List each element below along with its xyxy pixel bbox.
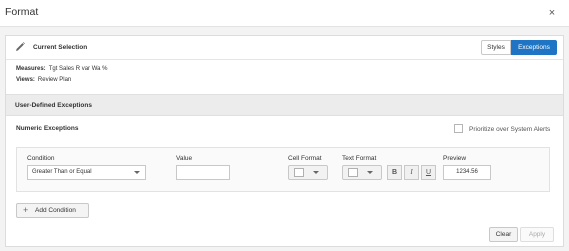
pencil-icon bbox=[16, 42, 25, 51]
color-swatch-icon bbox=[294, 168, 304, 177]
italic-button[interactable]: I bbox=[404, 165, 419, 180]
value-label: Value bbox=[176, 155, 193, 162]
user-defined-exceptions-title: User-Defined Exceptions bbox=[15, 102, 92, 109]
tab-styles[interactable]: Styles bbox=[481, 40, 511, 55]
condition-select[interactable]: Greater Than or Equal bbox=[27, 165, 146, 180]
measures-row: Measures: Tgt Sales R var Wa % bbox=[16, 66, 107, 72]
chevron-down-icon bbox=[313, 171, 319, 174]
condition-row: Condition Greater Than or Equal Value Ce… bbox=[16, 147, 550, 192]
plus-icon: + bbox=[23, 205, 29, 215]
chevron-down-icon bbox=[134, 171, 140, 174]
measures-value: Tgt Sales R var Wa % bbox=[48, 66, 108, 72]
prioritize-checkbox[interactable] bbox=[454, 124, 463, 133]
value-input[interactable] bbox=[176, 165, 230, 180]
preview-box: 1234.56 bbox=[443, 165, 491, 180]
bold-button[interactable]: B bbox=[387, 165, 402, 180]
dialog-header: Format × bbox=[0, 0, 569, 27]
current-selection-title: Current Selection bbox=[33, 44, 88, 51]
measures-label: Measures: bbox=[16, 66, 46, 72]
numeric-exceptions-title: Numeric Exceptions bbox=[16, 125, 79, 132]
add-condition-button[interactable]: + Add Condition bbox=[16, 203, 89, 218]
prioritize-label: Prioritize over System Alerts bbox=[469, 126, 551, 133]
tab-exceptions[interactable]: Exceptions bbox=[511, 40, 557, 55]
cell-format-color-picker[interactable] bbox=[288, 165, 328, 180]
condition-select-value: Greater Than or Equal bbox=[32, 169, 92, 175]
cell-format-label: Cell Format bbox=[288, 155, 322, 162]
views-label: Views: bbox=[16, 77, 35, 83]
chevron-down-icon bbox=[367, 171, 373, 174]
views-value: Review Plan bbox=[37, 77, 72, 83]
add-condition-label: Add Condition bbox=[35, 207, 76, 214]
text-format-color-picker[interactable] bbox=[342, 165, 382, 180]
user-defined-exceptions-section: User-Defined Exceptions bbox=[6, 94, 563, 116]
views-row: Views: Review Plan bbox=[16, 77, 71, 83]
text-format-label: Text Format bbox=[342, 155, 377, 162]
condition-label: Condition bbox=[27, 155, 55, 162]
dialog-title: Format bbox=[5, 6, 39, 18]
color-swatch-icon bbox=[348, 168, 358, 177]
clear-button[interactable]: Clear bbox=[489, 227, 518, 242]
format-card: Current Selection Styles Exceptions Meas… bbox=[5, 35, 564, 247]
preview-label: Preview bbox=[443, 155, 467, 162]
close-icon[interactable]: × bbox=[546, 6, 558, 20]
current-selection-header: Current Selection Styles Exceptions bbox=[6, 36, 563, 60]
apply-button[interactable]: Apply bbox=[520, 227, 554, 242]
underline-button[interactable]: U bbox=[421, 165, 436, 180]
